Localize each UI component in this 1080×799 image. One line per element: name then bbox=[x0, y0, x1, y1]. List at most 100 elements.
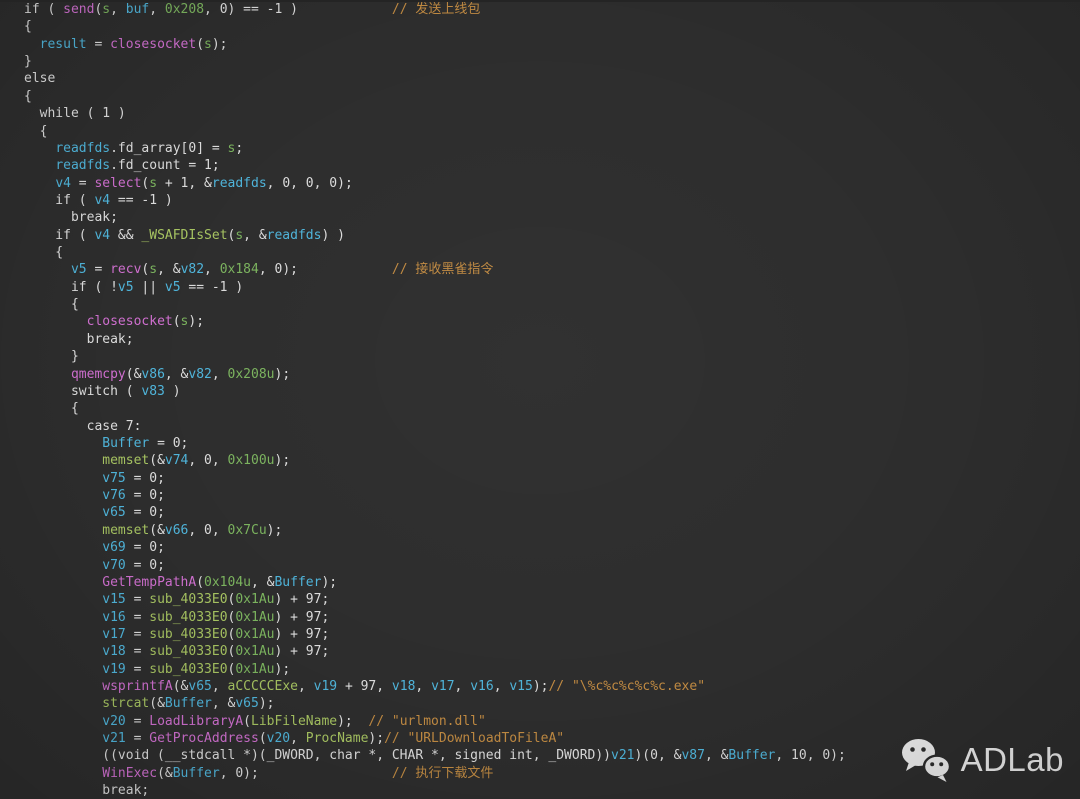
code-line[interactable]: if ( v4 == -1 ) bbox=[24, 192, 1080, 209]
code-line[interactable]: v16 = sub_4033E0(0x1Au) + 97; bbox=[24, 609, 1080, 626]
code-line[interactable]: GetTempPathA(0x104u, &Buffer); bbox=[24, 574, 1080, 591]
code-token-default: , 0, bbox=[188, 523, 227, 538]
code-token-local-variable: v17 bbox=[102, 627, 125, 642]
code-token-library-symbol: aCCCCCExe bbox=[228, 679, 298, 694]
code-token-local-variable: v16 bbox=[470, 679, 493, 694]
code-line[interactable]: { bbox=[24, 123, 1080, 140]
code-line[interactable]: v15 = sub_4033E0(0x1Au) + 97; bbox=[24, 591, 1080, 608]
code-token-default: ; bbox=[235, 141, 243, 156]
code-token-default: = 0; bbox=[126, 471, 165, 486]
code-token-api-function: closesocket bbox=[87, 314, 173, 329]
code-token-green-constant: 0x1Au bbox=[235, 662, 274, 677]
code-token-default: , 0); bbox=[259, 262, 392, 277]
code-token-library-symbol: _WSAFDIsSet bbox=[141, 228, 227, 243]
code-line[interactable]: break; bbox=[24, 782, 1080, 799]
code-token-default bbox=[24, 262, 71, 277]
code-token-default: { bbox=[24, 401, 79, 416]
code-line[interactable]: strcat(&Buffer, &v65); bbox=[24, 695, 1080, 712]
code-token-default: ( bbox=[196, 575, 204, 590]
code-line[interactable]: memset(&v66, 0, 0x7Cu); bbox=[24, 522, 1080, 539]
code-line[interactable]: v4 = select(s + 1, &readfds, 0, 0, 0); bbox=[24, 175, 1080, 192]
code-line[interactable]: qmemcpy(&v86, &v82, 0x208u); bbox=[24, 366, 1080, 383]
code-token-default bbox=[24, 696, 102, 711]
code-line[interactable]: else bbox=[24, 70, 1080, 87]
code-line[interactable]: v17 = sub_4033E0(0x1Au) + 97; bbox=[24, 626, 1080, 643]
code-line[interactable]: Buffer = 0; bbox=[24, 435, 1080, 452]
code-token-default: if ( bbox=[24, 193, 94, 208]
code-token-default: , & bbox=[165, 367, 188, 382]
code-token-local-variable: v21 bbox=[102, 731, 125, 746]
code-line[interactable]: v20 = LoadLibraryA(LibFileName); // "url… bbox=[24, 713, 1080, 730]
code-line[interactable]: v19 = sub_4033E0(0x1Au); bbox=[24, 661, 1080, 678]
code-token-local-variable: v82 bbox=[188, 367, 211, 382]
code-token-default: , bbox=[212, 367, 228, 382]
code-token-default: ); bbox=[368, 731, 384, 746]
code-token-green-constant: 0x104u bbox=[204, 575, 251, 590]
code-token-default: .fd_array[0] = bbox=[110, 141, 227, 156]
code-token-default: , bbox=[212, 679, 228, 694]
code-token-local-variable: v66 bbox=[165, 523, 188, 538]
code-line[interactable]: v76 = 0; bbox=[24, 487, 1080, 504]
code-line[interactable]: { bbox=[24, 88, 1080, 105]
code-token-local-variable: v87 bbox=[681, 748, 704, 763]
code-line[interactable]: v18 = sub_4033E0(0x1Au) + 97; bbox=[24, 643, 1080, 660]
pseudocode-view[interactable]: if ( send(s, buf, 0x208, 0) == -1 ) // 发… bbox=[0, 0, 1080, 799]
code-line[interactable]: if ( !v5 || v5 == -1 ) bbox=[24, 279, 1080, 296]
code-line[interactable]: wsprintfA(&v65, aCCCCCExe, v19 + 97, v18… bbox=[24, 678, 1080, 695]
code-token-default bbox=[24, 176, 55, 191]
code-line[interactable]: v5 = recv(s, &v82, 0x184, 0); // 接收黑雀指令 bbox=[24, 261, 1080, 278]
code-line[interactable]: v65 = 0; bbox=[24, 504, 1080, 521]
code-line[interactable]: { bbox=[24, 244, 1080, 261]
code-line[interactable]: { bbox=[24, 400, 1080, 417]
code-line[interactable]: closesocket(s); bbox=[24, 313, 1080, 330]
code-token-local-variable: result bbox=[40, 37, 87, 52]
code-line[interactable]: break; bbox=[24, 331, 1080, 348]
code-token-default: , 0, bbox=[188, 453, 227, 468]
code-token-local-variable: v4 bbox=[94, 193, 110, 208]
code-token-default: = bbox=[126, 714, 149, 729]
code-token-default: , bbox=[110, 2, 126, 17]
code-token-green-constant: 0x1Au bbox=[235, 610, 274, 625]
code-token-default: { bbox=[24, 245, 63, 260]
code-token-api-function: closesocket bbox=[110, 37, 196, 52]
code-line[interactable]: v75 = 0; bbox=[24, 470, 1080, 487]
code-line[interactable]: v70 = 0; bbox=[24, 557, 1080, 574]
code-token-api-function: LoadLibraryA bbox=[149, 714, 243, 729]
code-token-default: ( bbox=[196, 37, 204, 52]
code-token-default: } bbox=[24, 54, 32, 69]
code-token-local-variable: readfds bbox=[267, 228, 322, 243]
code-line[interactable]: break; bbox=[24, 209, 1080, 226]
code-token-local-variable: Buffer bbox=[274, 575, 321, 590]
code-token-local-variable: v20 bbox=[102, 714, 125, 729]
code-token-local-variable: v70 bbox=[102, 558, 125, 573]
code-line[interactable]: memset(&v74, 0, 0x100u); bbox=[24, 452, 1080, 469]
code-token-green-constant: 0x100u bbox=[228, 453, 275, 468]
code-token-default: , bbox=[204, 262, 220, 277]
code-line[interactable]: } bbox=[24, 53, 1080, 70]
code-line[interactable]: if ( send(s, buf, 0x208, 0) == -1 ) // 发… bbox=[24, 1, 1080, 18]
code-line[interactable]: case 7: bbox=[24, 418, 1080, 435]
code-line[interactable]: { bbox=[24, 18, 1080, 35]
code-token-default: break; bbox=[24, 783, 149, 798]
code-token-local-variable: v5 bbox=[71, 262, 87, 277]
code-line[interactable]: while ( 1 ) bbox=[24, 105, 1080, 122]
code-token-comment: // 发送上线包 bbox=[392, 2, 480, 17]
code-line[interactable]: readfds.fd_array[0] = s; bbox=[24, 140, 1080, 157]
code-token-default bbox=[24, 471, 102, 486]
code-token-api-function: GetTempPathA bbox=[102, 575, 196, 590]
code-token-library-symbol: memset bbox=[102, 453, 149, 468]
code-line[interactable]: switch ( v83 ) bbox=[24, 383, 1080, 400]
code-line[interactable]: } bbox=[24, 348, 1080, 365]
code-line[interactable]: readfds.fd_count = 1; bbox=[24, 157, 1080, 174]
code-token-library-symbol: sub_4033E0 bbox=[149, 662, 227, 677]
code-token-default: break; bbox=[24, 210, 118, 225]
code-token-default: ); bbox=[321, 575, 337, 590]
code-token-local-variable: buf bbox=[126, 2, 149, 17]
code-token-api-function: send bbox=[63, 2, 94, 17]
code-token-local-variable: v19 bbox=[102, 662, 125, 677]
code-line[interactable]: v69 = 0; bbox=[24, 539, 1080, 556]
code-line[interactable]: { bbox=[24, 296, 1080, 313]
code-token-default: + 97, bbox=[337, 679, 392, 694]
code-line[interactable]: if ( v4 && _WSAFDIsSet(s, &readfds) ) bbox=[24, 227, 1080, 244]
code-line[interactable]: result = closesocket(s); bbox=[24, 36, 1080, 53]
